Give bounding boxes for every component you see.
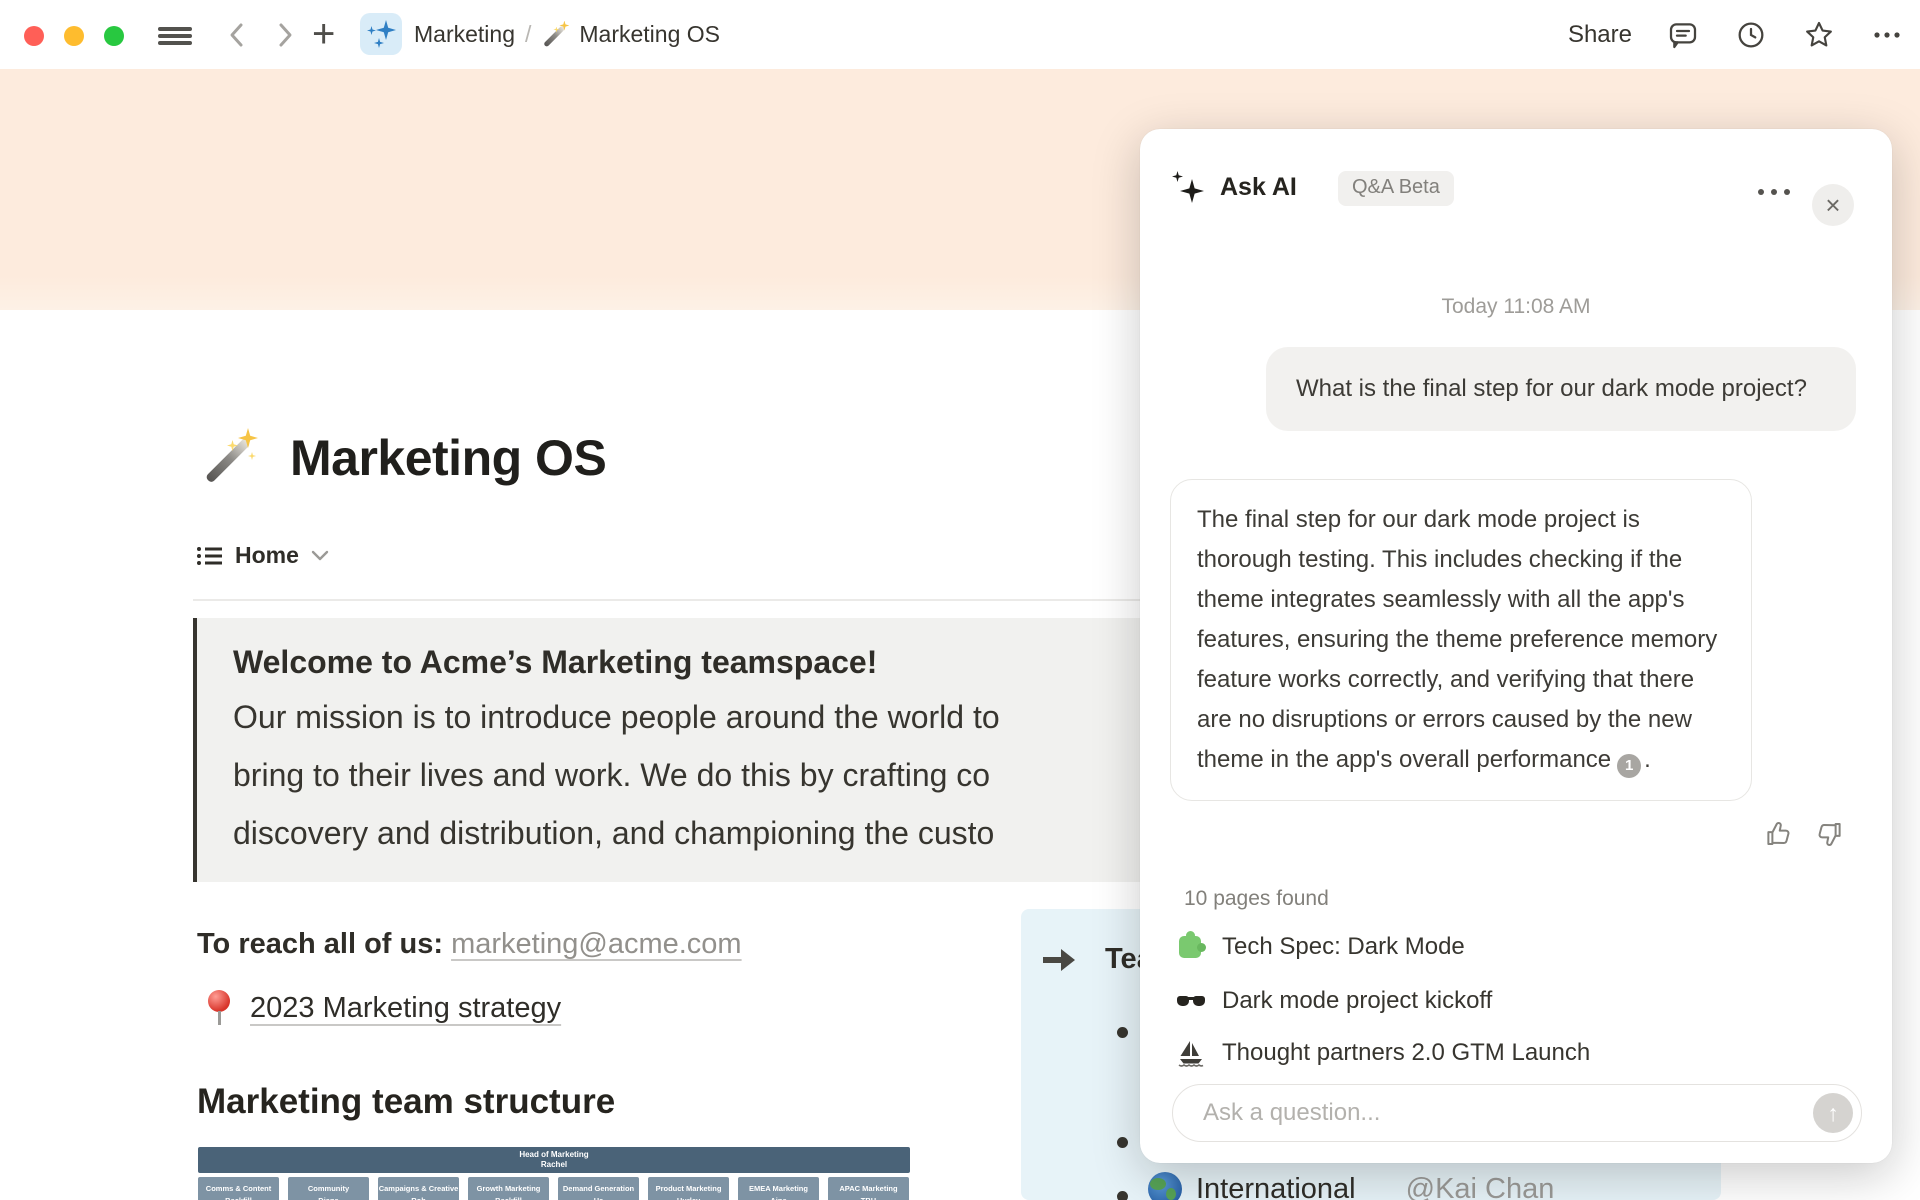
org-head-person: Rachel	[540, 1160, 568, 1169]
dark-sunglasses-emoji	[1176, 986, 1206, 1016]
sailboat-emoji	[1176, 1038, 1206, 1068]
conversation-timestamp: Today 11:08 AM	[1441, 295, 1591, 318]
page-title: Marketing OS	[290, 430, 607, 486]
list-bullet	[1117, 1137, 1128, 1148]
page-title-row: Marketing OS	[200, 428, 607, 488]
puzzle-piece-emoji	[1176, 931, 1206, 962]
pages-found-label: 10 pages found	[1184, 887, 1329, 910]
ask-ai-title: Ask AI	[1220, 173, 1297, 201]
breadcrumb-page[interactable]: Marketing OS	[579, 21, 720, 48]
bulleted-list-icon	[197, 546, 222, 565]
result-title: Tech Spec: Dark Mode	[1222, 933, 1465, 960]
ai-answer-text: The final step for our dark mode project…	[1197, 506, 1718, 773]
contact-row: To reach all of us: marketing@acme.com	[197, 928, 742, 961]
answer-period: .	[1644, 746, 1651, 773]
email-link[interactable]: marketing@acme.com	[451, 928, 742, 960]
result-page-row[interactable]: Thought partners 2.0 GTM Launch	[1176, 1029, 1856, 1077]
topbar-actions: Share	[1568, 0, 1904, 69]
answer-feedback	[1764, 819, 1844, 849]
right-arrow-emoji	[1043, 948, 1075, 971]
org-box: Comms & ContentBackfill	[198, 1177, 279, 1200]
globe-emoji	[1148, 1172, 1182, 1200]
list-bullet	[1117, 1191, 1128, 1200]
new-page-plus-icon[interactable]: +	[312, 11, 335, 57]
comment-icon[interactable]	[1666, 18, 1700, 52]
chevron-down-icon[interactable]	[311, 550, 329, 561]
strategy-row: 2023 Marketing strategy	[206, 988, 561, 1028]
sidebar-toggle-icon[interactable]	[158, 27, 192, 45]
magic-wand-emoji[interactable]	[200, 428, 260, 488]
breadcrumb: Marketing / Marketing OS	[414, 0, 720, 69]
more-ellipsis-icon[interactable]	[1870, 18, 1904, 52]
org-box: Campaigns & CreativeRob	[378, 1177, 459, 1200]
notion-ai-sparkle-icon[interactable]	[360, 13, 402, 55]
history-clock-icon[interactable]	[1734, 18, 1768, 52]
ask-input-wrap: ↑	[1172, 1084, 1862, 1142]
view-tab-label: Home	[235, 542, 299, 568]
ai-answer-bubble: The final step for our dark mode project…	[1170, 479, 1752, 801]
contact-label: To reach all of us:	[197, 928, 452, 960]
strategy-page-link[interactable]: 2023 Marketing strategy	[250, 992, 561, 1025]
star-favorite-icon[interactable]	[1802, 18, 1836, 52]
notion-window: + Marketing / Marketing OS Share Marketi…	[0, 0, 1920, 1200]
org-head-team: Head of Marketing	[519, 1150, 589, 1159]
user-question-bubble: What is the final step for our dark mode…	[1266, 347, 1856, 431]
close-window-button[interactable]	[24, 26, 44, 46]
panel-more-ellipsis-icon[interactable]	[1750, 178, 1798, 206]
org-box: EMEA MarketingAine	[738, 1177, 819, 1200]
window-topbar: + Marketing / Marketing OS Share	[0, 0, 1920, 69]
forward-icon[interactable]	[272, 21, 298, 49]
back-icon[interactable]	[224, 21, 250, 49]
org-box: Product MarketingHurley	[648, 1177, 729, 1200]
org-box: Demand GenerationHa	[558, 1177, 639, 1200]
org-row: Comms & ContentBackfill CommunityDiana C…	[198, 1177, 909, 1200]
citation-badge[interactable]: 1	[1617, 754, 1642, 778]
ask-question-input[interactable]	[1172, 1084, 1862, 1142]
list-bullet	[1117, 1027, 1128, 1038]
zoom-window-button[interactable]	[104, 26, 124, 46]
tab-home[interactable]: Home	[196, 542, 329, 569]
team-structure-heading: Marketing team structure	[197, 1082, 616, 1121]
ask-ai-panel: Ask AI Q&A Beta Today 11:08 AM What is t…	[1140, 129, 1892, 1163]
send-arrow-icon[interactable]: ↑	[1813, 1093, 1853, 1133]
panel-close-icon[interactable]: ×	[1812, 184, 1854, 226]
international-page-link[interactable]: International	[1196, 1173, 1356, 1200]
result-title: Thought partners 2.0 GTM Launch	[1222, 1039, 1591, 1066]
org-box: Growth MarketingBackfill	[468, 1177, 549, 1200]
thumbs-up-icon[interactable]	[1764, 819, 1794, 849]
international-row: International @Kai Chan	[1148, 1172, 1554, 1200]
minimize-window-button[interactable]	[64, 26, 84, 46]
org-box: APAC MarketingTBH	[828, 1177, 909, 1200]
qa-beta-badge: Q&A Beta	[1338, 171, 1454, 206]
thumbs-down-icon[interactable]	[1814, 819, 1844, 849]
share-button[interactable]: Share	[1568, 21, 1632, 49]
breadcrumb-workspace[interactable]: Marketing	[414, 21, 515, 48]
round-pushpin-emoji	[206, 988, 232, 1028]
org-chart-image: Head of Marketing Rachel Comms & Content…	[198, 1147, 910, 1200]
org-box: CommunityDiana	[288, 1177, 369, 1200]
person-mention[interactable]: @Kai Chan	[1406, 1173, 1555, 1200]
breadcrumb-separator: /	[524, 21, 532, 47]
result-title: Dark mode project kickoff	[1222, 987, 1493, 1014]
result-page-row[interactable]: Tech Spec: Dark Mode	[1176, 923, 1856, 971]
ai-sparkle-icon	[1172, 171, 1206, 205]
magic-wand-emoji	[541, 20, 570, 49]
org-head-box: Head of Marketing Rachel	[198, 1147, 910, 1173]
result-page-row[interactable]: Dark mode project kickoff	[1176, 977, 1856, 1025]
